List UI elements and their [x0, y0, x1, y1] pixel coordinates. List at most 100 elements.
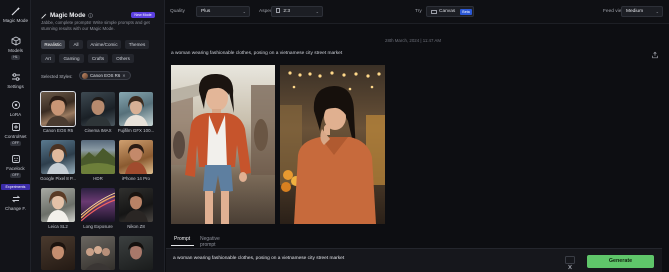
quality-select[interactable]: Plus ⌄: [196, 6, 250, 17]
active-tab-indicator: [171, 245, 194, 246]
canvas-icon: [431, 10, 437, 14]
category-chip[interactable]: Themes: [125, 40, 149, 49]
style-tile-label: iPhone 14 Pro: [122, 176, 150, 181]
category-chip[interactable]: Realistic: [41, 40, 65, 49]
category-chip[interactable]: Crafts: [88, 54, 108, 63]
feed-view-value: Medium: [626, 9, 644, 14]
rail-magic-mode[interactable]: Magic Mode: [0, 6, 31, 23]
style-tile-hdr[interactable]: [81, 140, 115, 174]
style-tile-leica-sl2[interactable]: [41, 188, 75, 222]
rail-facelock[interactable]: Facelock OFF: [0, 154, 31, 178]
style-tile-iphone-14-pro[interactable]: [119, 140, 153, 174]
panel-description: Jabbe, complete prompts! Write simple pr…: [41, 20, 150, 31]
face-icon: [11, 155, 20, 163]
style-tile-cinema-imax[interactable]: [81, 92, 115, 126]
info-icon[interactable]: [88, 13, 94, 18]
beta-badge: Beta: [460, 9, 472, 15]
try-label: Try: [415, 9, 422, 14]
style-thumbnail-image: [125, 144, 147, 174]
close-icon: [568, 264, 572, 270]
selected-style-name: Canon EOS R6: [90, 73, 121, 78]
rail-settings[interactable]: Settings: [0, 72, 31, 89]
quality-value: Plus: [201, 9, 211, 14]
wand-icon: [41, 13, 47, 19]
style-tile[interactable]: [119, 236, 153, 270]
generated-image[interactable]: [171, 65, 275, 224]
rail-label: Facelock: [6, 166, 25, 171]
chevron-down-icon: ⌄: [242, 9, 246, 14]
controlnet-icon: [11, 123, 20, 131]
style-tile[interactable]: [81, 236, 115, 270]
feed-view-select[interactable]: Medium ⌄: [621, 6, 663, 17]
rail-label: Models: [8, 48, 23, 53]
rail-badge: OFF: [10, 172, 21, 178]
rail-change-face[interactable]: Change F.: [0, 194, 31, 211]
chevron-down-icon: ⌄: [655, 9, 659, 14]
swap-icon: [11, 195, 20, 203]
rail-models[interactable]: Models HL: [0, 36, 31, 60]
style-tile[interactable]: [41, 236, 75, 270]
style-thumbnail-image: [47, 144, 69, 174]
category-chip[interactable]: Art: [41, 54, 55, 63]
style-thumbnail-image: [128, 242, 144, 260]
rail-label: LoRA: [9, 112, 22, 117]
style-thumbnail-image: [124, 96, 148, 126]
category-chip[interactable]: Others: [112, 54, 134, 63]
style-tile-google-pixel-8-pro[interactable]: [41, 140, 75, 174]
selected-style-chip[interactable]: Canon EOS R6 ✕: [79, 71, 131, 80]
style-tile-long-exposure[interactable]: [81, 188, 115, 222]
rail-badge: OFF: [10, 140, 21, 146]
prompt-input-area[interactable]: a woman wearing fashionable clothes, pos…: [166, 248, 662, 272]
style-thumbnail-image: [47, 191, 69, 222]
sliders-icon: [11, 73, 20, 81]
category-chip[interactable]: Anime/Comic: [87, 40, 121, 49]
style-thumbnail-image: [81, 148, 115, 174]
clear-prompt-button[interactable]: [565, 256, 575, 270]
rail-label: ControlNet: [4, 134, 27, 139]
panel-title-text: Magic Mode: [50, 12, 86, 19]
generated-image[interactable]: [280, 65, 385, 224]
style-tile-label: HDR: [93, 176, 103, 181]
generated-photo: [171, 65, 275, 224]
quality-label: Quality: [170, 9, 185, 14]
nav-rail: Magic Mode Models HL Settings LoRA Contr…: [0, 0, 31, 272]
cube-icon: [11, 36, 20, 46]
rail-badge: HL: [11, 54, 20, 60]
rail-controlnet[interactable]: ControlNet OFF: [0, 122, 31, 146]
experiments-label[interactable]: Experiments: [1, 184, 30, 190]
rail-lora[interactable]: LoRA: [0, 100, 31, 117]
wand-icon: [11, 7, 20, 16]
aspect-ratio-value: 2:3: [283, 9, 291, 14]
selected-styles-label: Selected Styles:: [41, 74, 73, 79]
share-icon[interactable]: [651, 51, 659, 59]
panel-title: Magic Mode: [41, 12, 94, 19]
chevron-down-icon: ⌄: [315, 9, 319, 14]
top-toolbar: Quality Plus ⌄ Aspect ratio 2:3 ⌄ Try Ca…: [165, 0, 669, 24]
category-chip[interactable]: All: [69, 40, 83, 49]
generated-photo: [280, 65, 385, 224]
generation-prompt: a woman wearing fashionable clothes, pos…: [171, 51, 343, 56]
style-tile-label: Long Exposure: [83, 224, 113, 229]
style-tile-label: Fujifilm GFX 100...: [117, 128, 155, 133]
close-icon[interactable]: ✕: [122, 73, 125, 78]
style-tile-label: Nikon Z8: [127, 224, 145, 229]
tab-negative-prompt[interactable]: Negative prompt: [200, 236, 220, 248]
aspect-ratio-select[interactable]: 2:3 ⌄: [271, 6, 323, 17]
magic-mode-toggle[interactable]: New Mode: [131, 12, 155, 18]
prompt-input[interactable]: a woman wearing fashionable clothes, pos…: [173, 256, 344, 261]
generate-button[interactable]: Generate: [587, 255, 654, 268]
rail-label: Change F.: [5, 206, 26, 211]
style-tile-nikon-z8[interactable]: [119, 188, 153, 222]
style-thumbnail-image: [50, 242, 66, 260]
style-thumbnail-image: [124, 192, 148, 222]
generation-timestamp: 28th March, 2024 | 11:47 AM: [385, 38, 441, 43]
aspect-ratio-icon: [276, 8, 280, 14]
category-chip[interactable]: Gaming: [59, 54, 84, 63]
style-tile-label: Cinema IMAX: [84, 128, 112, 133]
style-tile-label: Canon EOS R6: [42, 128, 74, 133]
style-thumbnail-image: [81, 192, 115, 222]
canvas-button[interactable]: Canvas Beta: [426, 6, 474, 17]
style-tile-fujifilm-gfx-100[interactable]: [119, 92, 153, 126]
tab-prompt[interactable]: Prompt: [174, 236, 190, 242]
style-tile-canon-eos-r6[interactable]: [40, 91, 76, 127]
